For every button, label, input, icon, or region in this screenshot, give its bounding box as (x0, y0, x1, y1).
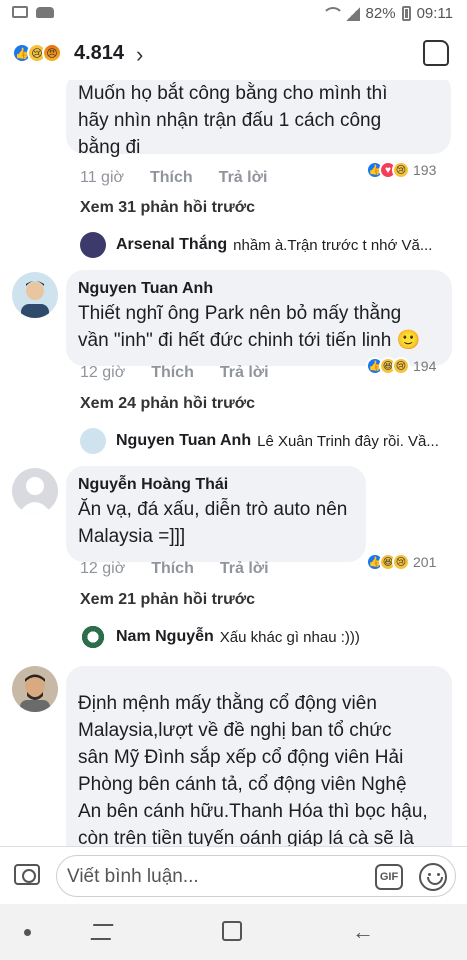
sad-reaction-icon: 😢 (392, 161, 410, 179)
comment-text-line: Phòng bên cánh tả, cổ động viên Nghệ (78, 774, 407, 795)
recent-apps-icon[interactable] (90, 924, 114, 940)
comment-input[interactable] (67, 864, 367, 890)
avatar[interactable] (12, 272, 58, 318)
battery-percent: 82% (365, 5, 396, 22)
comment-text-line: vần "inh" đi hết đức chinh tới tiến linh… (78, 330, 421, 351)
status-bar: 82% 09:11 (0, 0, 467, 28)
comment-text-line: bằng đi (78, 137, 141, 158)
home-icon[interactable] (222, 921, 242, 941)
comment-text-line: Thiết nghĩ ông Park nên bỏ mấy thằng (78, 303, 402, 324)
battery-icon (401, 6, 411, 21)
reply-preview[interactable]: Nguyen Tuan Anh Lê Xuân Trinh đây rồi. V… (80, 428, 439, 454)
gallery-notification-icon (12, 6, 28, 18)
like-link[interactable]: Thích (151, 364, 194, 382)
reply-author: Nam Nguyễn (116, 628, 214, 645)
reply-author: Nguyen Tuan Anh (116, 432, 252, 449)
comment-reactions[interactable]: 👍 ♥ 😢 193 (366, 161, 436, 179)
reaction-count: 201 (413, 554, 437, 570)
signal-icon (345, 6, 360, 21)
wifi-icon (321, 6, 344, 21)
comment-text-line: Định mệnh mấy thằng cổ động viên (78, 693, 377, 714)
clock: 09:11 (416, 5, 453, 22)
comment-author[interactable]: Nguyen Tuan Anh (78, 278, 440, 300)
view-previous-replies[interactable]: Xem 21 phản hồi trước (80, 591, 255, 609)
comment-text-line: Ăn vạ, đá xấu, diễn trò auto nên (78, 499, 348, 520)
comment-time: 11 giờ (80, 169, 124, 186)
like-link[interactable]: Thích (151, 560, 194, 578)
comment-text-line: hãy nhìn nhận trận đấu 1 cách công (78, 110, 382, 131)
reply-link[interactable]: Trả lời (220, 560, 269, 578)
reaction-count[interactable]: 4.814 (74, 42, 124, 65)
comment-actions: 12 giờ Thích Trả lời (80, 560, 269, 578)
comment-reactions[interactable]: 👍 😆 😢 201 (366, 553, 436, 571)
comment-text-line: Muốn họ bắt công bằng cho mình thì (78, 83, 388, 104)
avatar[interactable] (12, 468, 58, 514)
comments-feed[interactable]: Muốn họ bắt công bằng cho mình thì hãy n… (0, 80, 467, 846)
sad-reaction-icon: 😢 (392, 553, 410, 571)
comment-actions: 12 giờ Thích Trả lời (80, 364, 269, 382)
angry-reaction-icon: 😠 (42, 43, 62, 63)
chevron-right-icon[interactable]: › (136, 42, 143, 68)
comment-bubble: Nguyen Tuan Anh Thiết nghĩ ông Park nên … (66, 270, 452, 366)
comment-text-line: Malaysia,lượt về đề nghị ban tổ chức (78, 720, 392, 741)
reply-preview[interactable]: Nam Nguyễn Xấu khác gì nhau :))) (80, 624, 360, 650)
comment-time: 12 giờ (80, 364, 126, 381)
comment-input-wrapper[interactable]: GIF (56, 855, 456, 897)
avatar (80, 624, 106, 650)
emoji-icon[interactable] (419, 863, 447, 891)
avatar (80, 232, 106, 258)
comment-text-line: An bên cánh hữu.Thanh Hóa thì bọc hậu, (78, 801, 428, 822)
reaction-count: 193 (413, 162, 437, 178)
view-previous-replies[interactable]: Xem 24 phản hồi trước (80, 395, 255, 413)
car-notification-icon (36, 7, 54, 18)
reply-preview[interactable]: Arsenal Thắng nhầm à.Trận trước t nhớ Vă… (80, 232, 432, 258)
reply-link[interactable]: Trả lời (219, 169, 268, 187)
camera-icon[interactable] (14, 864, 40, 885)
like-link[interactable]: Thích (150, 169, 193, 187)
avatar (80, 428, 106, 454)
system-nav-bar: ← (0, 904, 467, 960)
back-icon[interactable]: ← (352, 921, 374, 943)
comment-time: 12 giờ (80, 560, 126, 577)
reply-text: Lê Xuân Trinh đây rồi. Vầ... (257, 432, 439, 450)
comment-bubble: Muốn họ bắt công bằng cho mình thì hãy n… (66, 80, 451, 158)
view-previous-replies[interactable]: Xem 31 phản hồi trước (80, 199, 255, 217)
comment-text-line: còn trên tiền tuyến oánh giáp lá cà sẽ l… (78, 828, 414, 846)
reply-text: nhầm à.Trận trước t nhớ Vă... (233, 236, 433, 254)
thumbs-up-icon[interactable] (423, 40, 449, 66)
reaction-count: 194 (413, 358, 437, 374)
comment-author[interactable]: Nguyễn Hoàng Thái (78, 474, 354, 496)
sad-reaction-icon: 😢 (392, 357, 410, 375)
comment-reactions[interactable]: 👍 😆 😢 194 (366, 357, 436, 375)
gif-icon[interactable]: GIF (375, 864, 403, 890)
nav-dot-icon[interactable] (24, 929, 31, 936)
reply-link[interactable]: Trả lời (220, 364, 269, 382)
comment-bubble: Định mệnh mấy thằng cổ động viên Malaysi… (66, 666, 452, 846)
comment-text-line: Malaysia =]]] (78, 526, 186, 547)
avatar[interactable] (12, 666, 58, 712)
reactions-header: 👍 😢 😠 4.814 › (0, 28, 467, 80)
comment-bubble: Nguyễn Hoàng Thái Ăn vạ, đá xấu, diễn tr… (66, 466, 366, 562)
comment-actions: 11 giờ Thích Trả lời (80, 169, 267, 187)
reaction-summary[interactable]: 👍 😢 😠 (12, 43, 62, 63)
comment-composer: GIF (0, 846, 467, 904)
reply-author: Arsenal Thắng (116, 236, 228, 253)
reply-text: Xấu khác gì nhau :))) (219, 628, 360, 646)
comment-text-line: sân Mỹ Đình sắp xếp cổ động viên Hải (78, 747, 404, 768)
